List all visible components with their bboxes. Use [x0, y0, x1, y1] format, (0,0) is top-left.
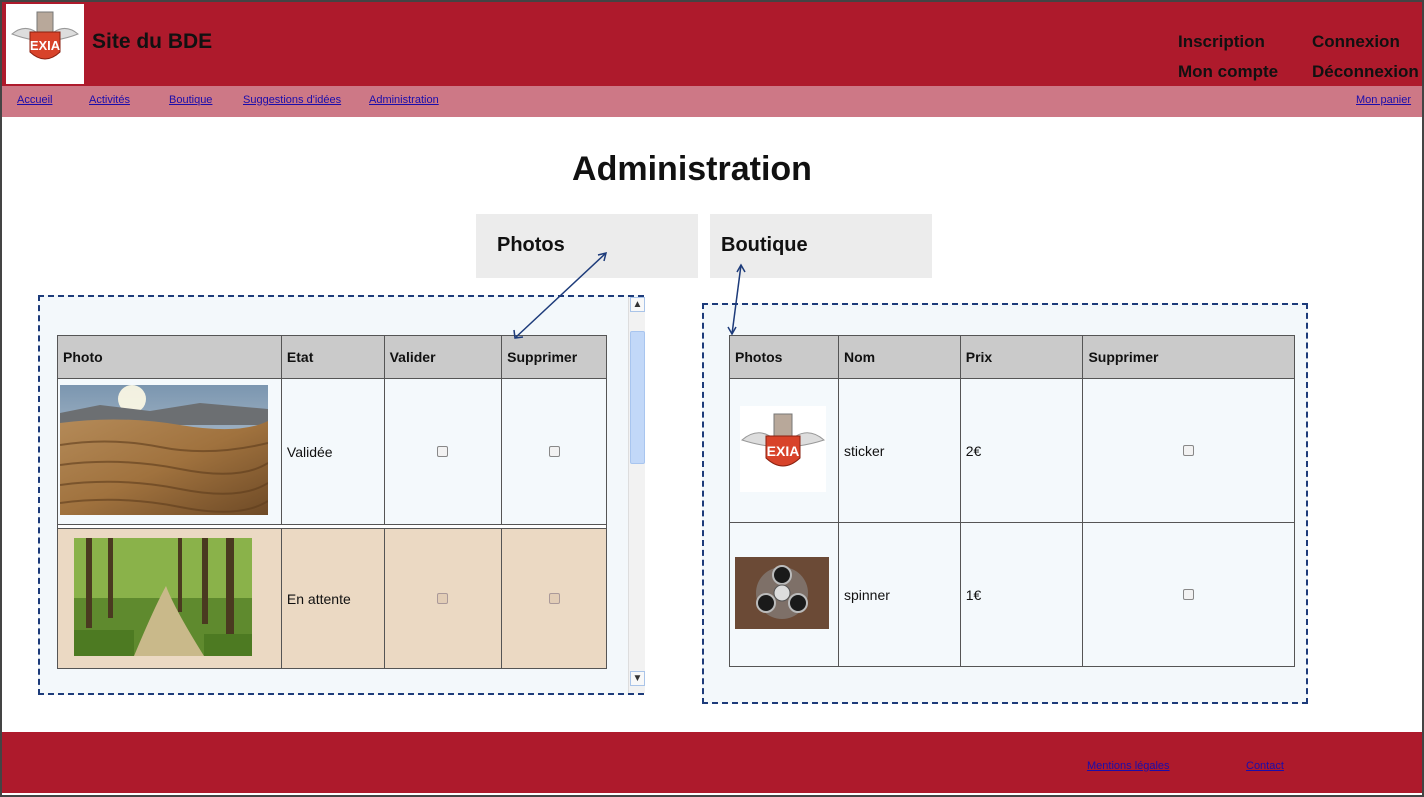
photos-scroll-area[interactable]: Photo Etat Valider Supprimer Validée En …: [40, 297, 626, 669]
nav-item-boutique[interactable]: Boutique: [169, 94, 212, 106]
supprimer-cell: [501, 528, 607, 669]
tab-photos[interactable]: Photos: [476, 214, 698, 278]
prix-cell: 1€: [959, 522, 1084, 667]
nav-item-activites[interactable]: Activités: [89, 94, 130, 106]
main-nav: Accueil Activités Boutique Suggestions d…: [2, 86, 1422, 117]
boutique-table: Photos Nom Prix Supprimer EXIA sticker 2…: [729, 335, 1295, 667]
col-header-supprimer: Supprimer: [501, 335, 607, 379]
site-title: Site du BDE: [92, 30, 213, 53]
account-links: Inscription Connexion Mon compte Déconne…: [1172, 4, 1424, 88]
table-row: spinner 1€: [729, 522, 1295, 667]
supprimer-cell: [1082, 522, 1295, 667]
scroll-up-icon[interactable]: ▲: [630, 297, 645, 312]
photos-scrollbar[interactable]: ▲ ▼: [628, 297, 645, 693]
sticker-text: EXIA: [767, 443, 800, 459]
product-photo-cell: [729, 522, 839, 667]
photos-panel: Photo Etat Valider Supprimer Validée En …: [38, 295, 645, 695]
forest-photo[interactable]: [74, 538, 252, 656]
col-header-etat: Etat: [280, 335, 385, 379]
site-header: EXIA Site du BDE Inscription Connexion M…: [2, 2, 1422, 86]
col-header-valider: Valider: [383, 335, 503, 379]
etat-cell: Validée: [280, 378, 385, 525]
scroll-down-icon[interactable]: ▼: [630, 671, 645, 686]
table-row: En attente: [57, 528, 607, 669]
photo-cell: [57, 378, 282, 525]
table-row: EXIA sticker 2€: [729, 378, 1295, 523]
nav-item-accueil[interactable]: Accueil: [17, 94, 52, 106]
prix-cell: 2€: [959, 378, 1084, 523]
exia-logo[interactable]: EXIA: [6, 4, 84, 84]
logo-text: EXIA: [30, 38, 61, 53]
valider-cell: [383, 528, 503, 669]
col-header-supprimer: Supprimer: [1082, 335, 1295, 379]
footer-mentions-link[interactable]: Mentions légales: [1087, 760, 1170, 772]
sticker-photo[interactable]: EXIA: [740, 406, 826, 492]
supprimer-checkbox[interactable]: [548, 592, 560, 604]
col-header-photo: Photo: [57, 335, 282, 379]
supprimer-checkbox[interactable]: [548, 445, 560, 457]
nav-item-administration[interactable]: Administration: [369, 94, 439, 106]
photo-cell: [57, 528, 282, 669]
col-header-prix: Prix: [959, 335, 1084, 379]
tab-boutique[interactable]: Boutique: [710, 214, 932, 278]
site-footer: Mentions légales Contact: [2, 732, 1422, 793]
product-photo-cell: EXIA: [729, 378, 839, 523]
supprimer-checkbox[interactable]: [1183, 444, 1195, 456]
spinner-photo[interactable]: [735, 557, 829, 629]
scrollbar-thumb[interactable]: [630, 331, 645, 464]
supprimer-cell: [501, 378, 607, 525]
supprimer-checkbox[interactable]: [1183, 588, 1195, 600]
boutique-panel: Photos Nom Prix Supprimer EXIA sticker 2…: [702, 303, 1308, 704]
connexion-link[interactable]: Connexion: [1312, 32, 1400, 52]
page-title: Administration: [572, 150, 812, 188]
valider-cell: [383, 378, 503, 525]
nom-cell: sticker: [837, 378, 961, 523]
nav-item-mon-panier[interactable]: Mon panier: [1356, 94, 1411, 106]
footer-contact-link[interactable]: Contact: [1246, 760, 1284, 772]
tab-photos-label: Photos: [497, 234, 565, 256]
valider-checkbox[interactable]: [437, 592, 449, 604]
col-header-nom: Nom: [837, 335, 961, 379]
nav-item-suggestions[interactable]: Suggestions d'idées: [243, 94, 341, 106]
desert-photo[interactable]: [59, 385, 269, 515]
valider-checkbox[interactable]: [437, 445, 449, 457]
photos-table: Photo Etat Valider Supprimer Validée En …: [57, 335, 607, 669]
mon-compte-link[interactable]: Mon compte: [1178, 62, 1278, 82]
etat-cell: En attente: [280, 528, 385, 669]
table-row: Validée: [57, 378, 607, 525]
col-header-photos: Photos: [729, 335, 839, 379]
deconnexion-link[interactable]: Déconnexion: [1312, 62, 1419, 82]
tab-boutique-label: Boutique: [721, 234, 808, 256]
supprimer-cell: [1082, 378, 1295, 523]
inscription-link[interactable]: Inscription: [1178, 32, 1265, 52]
nom-cell: spinner: [837, 522, 961, 667]
